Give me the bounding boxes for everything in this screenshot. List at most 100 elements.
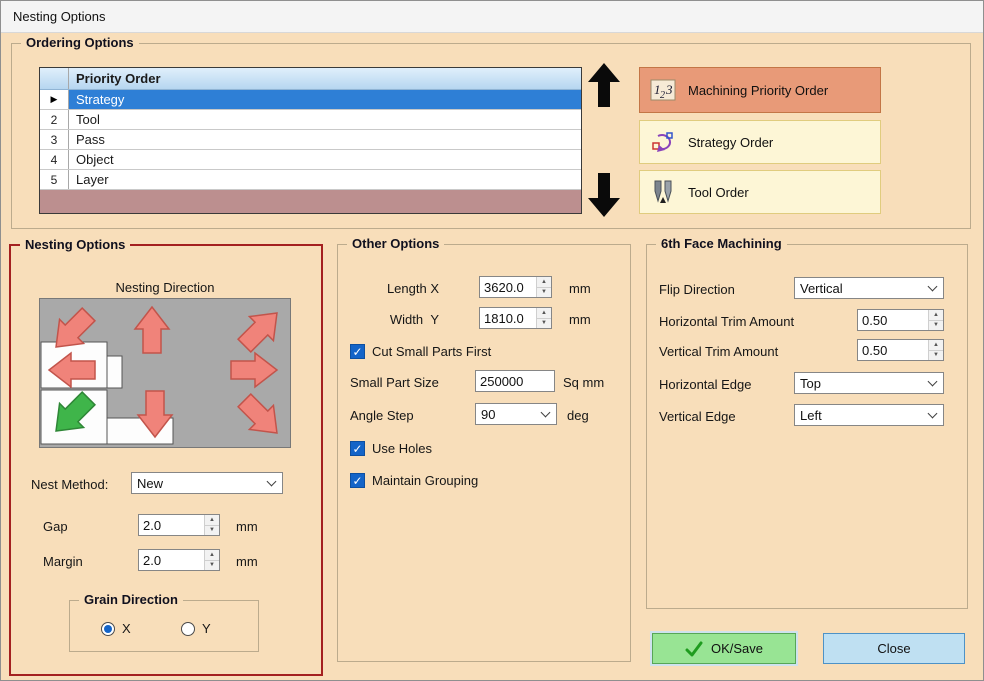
spinner-buttons[interactable]: ▲▼ xyxy=(536,277,551,297)
angle-step-select[interactable]: 90 xyxy=(475,403,557,425)
row-number: 2 xyxy=(40,110,69,129)
nesting-options-legend: Nesting Options xyxy=(20,237,130,252)
radio-selected-icon xyxy=(101,622,115,636)
table-row[interactable]: 4 Object xyxy=(40,150,581,170)
horizontal-edge-select[interactable]: Top xyxy=(794,372,944,394)
button-label: Strategy Order xyxy=(688,135,773,150)
svg-text:2: 2 xyxy=(660,90,665,101)
horizontal-edge-label: Horizontal Edge xyxy=(659,377,752,392)
length-x-input[interactable]: 3620.0 ▲▼ xyxy=(479,276,552,298)
row-label[interactable]: Pass xyxy=(69,130,581,149)
move-up-button[interactable] xyxy=(587,63,621,107)
table-row[interactable]: 2 Tool xyxy=(40,110,581,130)
chevron-down-icon xyxy=(928,408,938,418)
grain-direction-legend: Grain Direction xyxy=(79,592,183,607)
row-label[interactable]: Strategy xyxy=(69,90,581,109)
width-y-value: 1810.0 xyxy=(480,308,536,328)
row-label[interactable]: Tool xyxy=(69,110,581,129)
row-number: 3 xyxy=(40,130,69,149)
nest-method-value: New xyxy=(137,476,163,491)
spinner-buttons[interactable]: ▲▼ xyxy=(536,308,551,328)
spin-down-icon: ▼ xyxy=(537,287,551,298)
move-down-button[interactable] xyxy=(587,173,621,217)
horizontal-trim-input[interactable]: 0.50 ▲▼ xyxy=(857,309,944,331)
spinner-buttons[interactable]: ▲▼ xyxy=(204,515,219,535)
checkbox-checked-icon: ✓ xyxy=(350,441,365,456)
table-row[interactable]: 5 Layer xyxy=(40,170,581,190)
spinner-buttons[interactable]: ▲▼ xyxy=(928,310,943,330)
length-x-value: 3620.0 xyxy=(480,277,536,297)
angle-step-unit: deg xyxy=(567,408,589,423)
spin-down-icon: ▼ xyxy=(537,318,551,329)
gap-input[interactable]: 2.0 ▲▼ xyxy=(138,514,220,536)
row-label[interactable]: Object xyxy=(69,150,581,169)
width-y-input[interactable]: 1810.0 ▲▼ xyxy=(479,307,552,329)
checkbox-checked-icon: ✓ xyxy=(350,473,365,488)
nesting-options-dialog: Nesting Options Ordering Options Priorit… xyxy=(0,0,984,681)
tool-order-button[interactable]: Tool Order xyxy=(639,170,881,214)
length-x-unit: mm xyxy=(569,281,591,296)
length-x-label: Length X xyxy=(349,281,439,296)
spin-up-icon: ▲ xyxy=(929,310,943,320)
chevron-down-icon xyxy=(928,281,938,291)
spin-up-icon: ▲ xyxy=(537,308,551,318)
radio-unselected-icon xyxy=(181,622,195,636)
checkbox-label: Cut Small Parts First xyxy=(372,344,491,359)
margin-input[interactable]: 2.0 ▲▼ xyxy=(138,549,220,571)
flip-direction-select[interactable]: Vertical xyxy=(794,277,944,299)
nesting-direction-label: Nesting Direction xyxy=(39,280,291,295)
flip-direction-label: Flip Direction xyxy=(659,282,735,297)
grain-x-label: X xyxy=(122,621,131,636)
ok-save-label: OK/Save xyxy=(711,641,763,656)
small-part-size-value: 250000 xyxy=(480,374,523,389)
width-y-label: Width Y xyxy=(349,312,439,327)
vertical-edge-value: Left xyxy=(800,408,822,423)
sixth-face-machining-legend: 6th Face Machining xyxy=(656,236,787,251)
up-arrow-icon xyxy=(587,63,621,107)
svg-text:3: 3 xyxy=(665,82,673,97)
maintain-grouping-checkbox[interactable]: ✓ Maintain Grouping xyxy=(350,473,478,488)
grain-direction-group: Grain Direction xyxy=(69,600,259,652)
vertical-edge-select[interactable]: Left xyxy=(794,404,944,426)
strategy-icon xyxy=(650,129,676,155)
cut-small-parts-first-checkbox[interactable]: ✓ Cut Small Parts First xyxy=(350,344,491,359)
ok-save-button[interactable]: OK/Save xyxy=(652,633,796,664)
button-label: Machining Priority Order xyxy=(688,83,828,98)
small-part-size-input[interactable]: 250000 xyxy=(475,370,555,392)
vertical-trim-input[interactable]: 0.50 ▲▼ xyxy=(857,339,944,361)
spin-up-icon: ▲ xyxy=(205,550,219,560)
row-number-header xyxy=(40,68,69,89)
check-icon xyxy=(685,641,703,657)
ordering-options-legend: Ordering Options xyxy=(21,35,139,50)
close-button[interactable]: Close xyxy=(823,633,965,664)
table-row[interactable]: ▶ Strategy xyxy=(40,90,581,110)
table-header-row: Priority Order xyxy=(40,68,581,90)
spinner-buttons[interactable]: ▲▼ xyxy=(928,340,943,360)
current-row-pointer-icon: ▶ xyxy=(51,94,58,105)
use-holes-checkbox[interactable]: ✓ Use Holes xyxy=(350,441,432,456)
spin-up-icon: ▲ xyxy=(205,515,219,525)
gap-unit: mm xyxy=(236,519,258,534)
row-label[interactable]: Layer xyxy=(69,170,581,189)
nest-method-select[interactable]: New xyxy=(131,472,283,494)
spinner-buttons[interactable]: ▲▼ xyxy=(204,550,219,570)
vertical-edge-label: Vertical Edge xyxy=(659,409,736,424)
margin-value: 2.0 xyxy=(139,550,204,570)
priority-123-icon: 1 2 3 xyxy=(650,77,676,103)
width-y-unit: mm xyxy=(569,312,591,327)
spin-down-icon: ▼ xyxy=(205,525,219,536)
machining-priority-order-button[interactable]: 1 2 3 Machining Priority Order xyxy=(639,67,881,113)
nesting-direction-selector[interactable] xyxy=(39,298,291,448)
checkbox-label: Use Holes xyxy=(372,441,432,456)
gap-value: 2.0 xyxy=(139,515,204,535)
spin-down-icon: ▼ xyxy=(929,350,943,361)
spin-up-icon: ▲ xyxy=(537,277,551,287)
title-bar: Nesting Options xyxy=(1,1,983,33)
grain-y-radio[interactable]: Y xyxy=(181,621,211,636)
table-row[interactable]: 3 Pass xyxy=(40,130,581,150)
priority-order-header: Priority Order xyxy=(69,68,581,89)
small-part-size-unit: Sq mm xyxy=(563,375,604,390)
chevron-down-icon xyxy=(541,407,551,417)
strategy-order-button[interactable]: Strategy Order xyxy=(639,120,881,164)
grain-x-radio[interactable]: X xyxy=(101,621,131,636)
